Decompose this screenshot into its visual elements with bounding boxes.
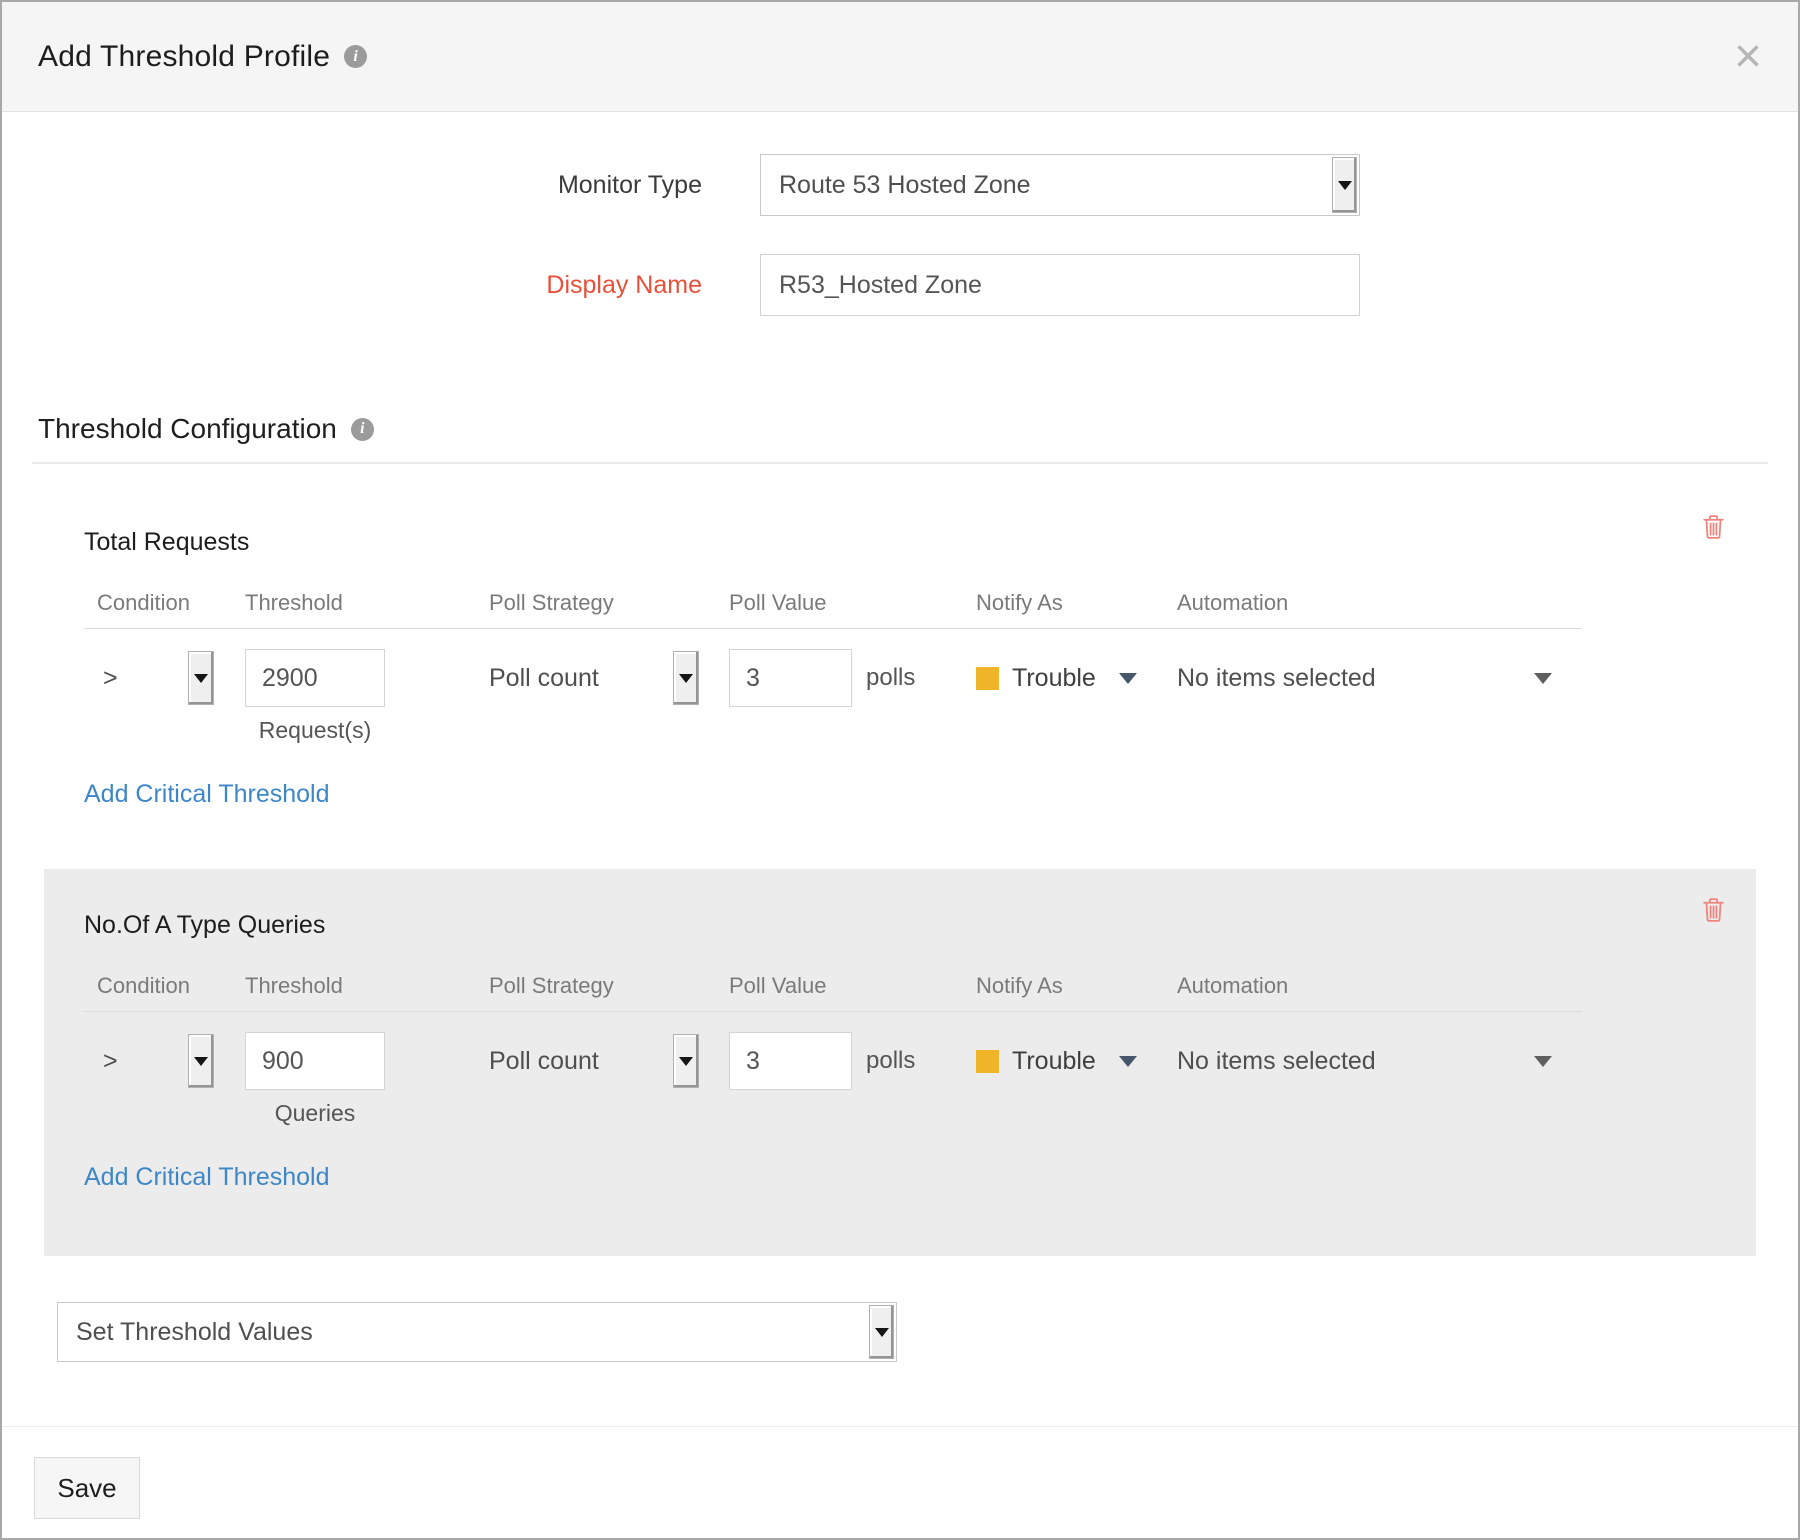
caret-down-icon (1534, 673, 1552, 684)
trash-icon (1702, 514, 1725, 540)
condition-value: > (103, 1047, 118, 1076)
header-divider (84, 628, 1582, 629)
poll-value-cell: polls (729, 1032, 976, 1090)
condition-select[interactable]: > (97, 1032, 245, 1090)
add-critical-threshold-link[interactable]: Add Critical Threshold (84, 1163, 329, 1192)
automation-value: No items selected (1177, 664, 1376, 693)
top-form: Monitor Type Route 53 Hosted Zone Displa… (2, 112, 1798, 316)
chevron-down-icon[interactable] (869, 1305, 894, 1359)
automation-dropdown[interactable]: No items selected (1177, 649, 1582, 707)
poll-unit-label: polls (866, 1047, 915, 1075)
threshold-unit-label: Queries (245, 1100, 385, 1127)
delete-threshold-icon[interactable] (1702, 514, 1725, 540)
column-headers: Condition Threshold Poll Strategy Poll V… (84, 590, 1582, 616)
monitor-type-row: Monitor Type Route 53 Hosted Zone (2, 154, 1798, 216)
set-threshold-values-field: Set Threshold Values (57, 1302, 897, 1362)
chevron-down-icon[interactable] (673, 1034, 699, 1088)
chevron-down-icon[interactable] (1332, 157, 1357, 213)
trash-icon (1702, 897, 1725, 923)
header-divider (84, 1011, 1582, 1012)
chevron-down-icon[interactable] (188, 651, 214, 705)
notify-as-value: Trouble (1012, 664, 1096, 693)
dialog-title: Add Threshold Profile (38, 40, 330, 74)
footer-divider (2, 1426, 1798, 1427)
threshold-input[interactable] (245, 1032, 385, 1090)
dialog-header: Add Threshold Profile × (2, 2, 1798, 112)
col-poll-value: Poll Value (729, 973, 976, 999)
threshold-table: Condition Threshold Poll Strategy Poll V… (84, 590, 1582, 744)
col-notify-as: Notify As (976, 590, 1177, 616)
close-icon[interactable]: × (1734, 33, 1762, 81)
notify-as-value: Trouble (1012, 1047, 1096, 1076)
threshold-row: > Queries Poll count polls Troubl (84, 1032, 1582, 1127)
threshold-table: Condition Threshold Poll Strategy Poll V… (84, 973, 1582, 1127)
col-notify-as: Notify As (976, 973, 1177, 999)
caret-down-icon (1119, 1056, 1137, 1067)
automation-value: No items selected (1177, 1047, 1376, 1076)
poll-strategy-select[interactable]: Poll count (489, 1032, 699, 1090)
threshold-block-total-requests: Total Requests Condition Threshold Poll … (2, 464, 1798, 869)
col-automation: Automation (1177, 590, 1582, 616)
threshold-cell: Request(s) (245, 649, 489, 744)
add-threshold-profile-dialog: Add Threshold Profile × Monitor Type Rou… (0, 0, 1800, 1540)
set-threshold-values-select[interactable]: Set Threshold Values (57, 1302, 897, 1362)
col-automation: Automation (1177, 973, 1582, 999)
poll-value-cell: polls (729, 649, 976, 707)
delete-threshold-icon[interactable] (1702, 897, 1725, 923)
poll-strategy-value: Poll count (489, 664, 599, 693)
chevron-down-icon[interactable] (188, 1034, 214, 1088)
set-threshold-values-value: Set Threshold Values (76, 1318, 313, 1347)
attribute-title: No.Of A Type Queries (84, 909, 1756, 941)
col-threshold: Threshold (245, 590, 489, 616)
column-headers: Condition Threshold Poll Strategy Poll V… (84, 973, 1582, 999)
notify-as-dropdown[interactable]: Trouble (976, 1032, 1177, 1090)
trouble-color-swatch (976, 667, 999, 690)
monitor-type-selected-value: Route 53 Hosted Zone (779, 171, 1031, 200)
monitor-type-select[interactable]: Route 53 Hosted Zone (760, 154, 1360, 216)
col-threshold: Threshold (245, 973, 489, 999)
poll-value-input[interactable] (729, 1032, 852, 1090)
threshold-configuration-heading: Threshold Configuration (38, 412, 1798, 446)
trouble-color-swatch (976, 1050, 999, 1073)
automation-dropdown[interactable]: No items selected (1177, 1032, 1582, 1090)
condition-select[interactable]: > (97, 649, 245, 707)
col-poll-strategy: Poll Strategy (489, 973, 729, 999)
threshold-unit-label: Request(s) (245, 717, 385, 744)
display-name-input[interactable] (760, 254, 1360, 316)
caret-down-icon (1534, 1056, 1552, 1067)
threshold-cell: Queries (245, 1032, 489, 1127)
display-name-label: Display Name (2, 271, 760, 300)
col-poll-strategy: Poll Strategy (489, 590, 729, 616)
col-poll-value: Poll Value (729, 590, 976, 616)
threshold-row: > Request(s) Poll count polls Tro (84, 649, 1582, 744)
info-icon[interactable] (344, 45, 367, 68)
display-name-row: Display Name (2, 254, 1798, 316)
poll-value-input[interactable] (729, 649, 852, 707)
threshold-block-a-type-queries: No.Of A Type Queries Condition Threshold… (44, 869, 1756, 1256)
poll-unit-label: polls (866, 664, 915, 692)
monitor-type-label: Monitor Type (2, 171, 760, 200)
poll-strategy-value: Poll count (489, 1047, 599, 1076)
col-condition: Condition (97, 590, 245, 616)
section-title: Threshold Configuration (38, 413, 337, 445)
threshold-input[interactable] (245, 649, 385, 707)
notify-as-dropdown[interactable]: Trouble (976, 649, 1177, 707)
info-icon[interactable] (351, 418, 374, 441)
save-button[interactable]: Save (34, 1457, 140, 1519)
attribute-title: Total Requests (84, 526, 1798, 558)
col-condition: Condition (97, 973, 245, 999)
poll-strategy-select[interactable]: Poll count (489, 649, 699, 707)
chevron-down-icon[interactable] (673, 651, 699, 705)
caret-down-icon (1119, 673, 1137, 684)
add-critical-threshold-link[interactable]: Add Critical Threshold (84, 780, 329, 809)
condition-value: > (103, 664, 118, 693)
